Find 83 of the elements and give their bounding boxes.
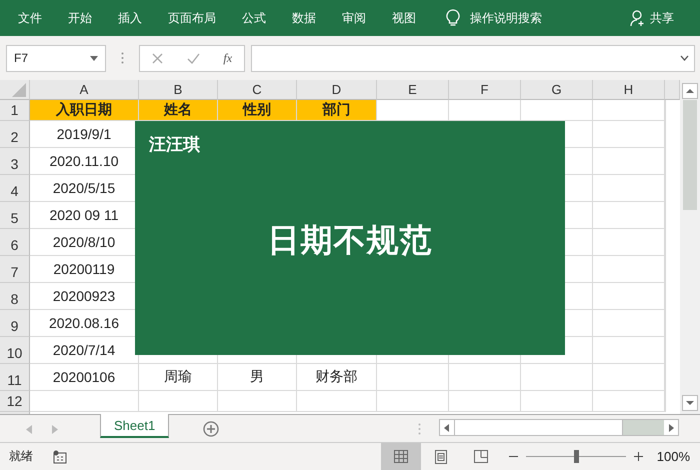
header-cell: 姓名 bbox=[139, 100, 218, 121]
page-break-icon bbox=[474, 450, 488, 463]
header-cell: 入职日期 bbox=[30, 100, 139, 121]
ribbon-tab[interactable]: 数据 bbox=[292, 10, 316, 26]
author-label: 汪汪琪 bbox=[149, 134, 200, 156]
add-sheet-icon[interactable] bbox=[203, 421, 220, 437]
table-cell bbox=[377, 364, 449, 391]
row-header[interactable]: 10 bbox=[0, 337, 30, 364]
row-header[interactable]: 7 bbox=[0, 256, 30, 283]
row-header[interactable]: 1 bbox=[0, 100, 30, 121]
zoom-slider-thumb[interactable] bbox=[574, 450, 579, 463]
ribbon-tab[interactable]: 审阅 bbox=[342, 10, 366, 26]
table-cell bbox=[593, 391, 665, 412]
status-text: 就绪 bbox=[9, 448, 33, 465]
table-cell bbox=[593, 175, 665, 202]
row-header[interactable]: 8 bbox=[0, 283, 30, 310]
dropdown-caret-icon bbox=[90, 56, 98, 60]
grid-icon bbox=[394, 450, 408, 463]
column-header[interactable]: G bbox=[521, 80, 593, 100]
table-cell bbox=[449, 391, 521, 412]
table-cell bbox=[593, 310, 665, 337]
row-header[interactable]: 3 bbox=[0, 148, 30, 175]
share-button[interactable]: 共享 bbox=[650, 10, 674, 26]
header-cell: 性别 bbox=[218, 100, 297, 121]
table-cell bbox=[593, 229, 665, 256]
table-cell bbox=[593, 256, 665, 283]
vertical-scrollbar[interactable] bbox=[680, 80, 700, 414]
row-header[interactable]: 4 bbox=[0, 175, 30, 202]
row-header[interactable]: 11 bbox=[0, 364, 30, 391]
check-icon[interactable] bbox=[186, 52, 200, 64]
cancel-icon[interactable] bbox=[152, 52, 163, 64]
table-cell: 财务部 bbox=[297, 364, 377, 391]
horizontal-scrollbar[interactable] bbox=[439, 419, 680, 436]
table-cell bbox=[449, 364, 521, 391]
search-hint[interactable]: 操作说明搜索 bbox=[470, 10, 542, 26]
table-cell bbox=[593, 364, 665, 391]
table-cell: 男 bbox=[218, 364, 297, 391]
page-icon bbox=[434, 450, 447, 464]
table-cell: 20200106 bbox=[30, 364, 139, 391]
table-cell bbox=[593, 121, 665, 148]
formula-input[interactable] bbox=[251, 44, 695, 72]
sheet-tab[interactable]: Sheet1 bbox=[100, 414, 170, 438]
triangle-icon bbox=[12, 83, 26, 97]
grip-icon bbox=[121, 52, 124, 64]
column-header[interactable]: E bbox=[377, 80, 449, 100]
table-cell bbox=[377, 391, 449, 412]
column-header[interactable]: F bbox=[449, 80, 521, 100]
table-cell bbox=[593, 202, 665, 229]
add-person-icon bbox=[630, 10, 646, 26]
table-cell bbox=[593, 283, 665, 310]
row-header[interactable]: 9 bbox=[0, 310, 30, 337]
column-header[interactable]: H bbox=[593, 80, 665, 100]
row-header[interactable]: 6 bbox=[0, 229, 30, 256]
scroll-thumb[interactable] bbox=[454, 420, 624, 435]
table-cell bbox=[521, 364, 593, 391]
table-cell bbox=[593, 148, 665, 175]
ribbon-tab[interactable]: 页面布局 bbox=[168, 10, 216, 26]
macro-record-icon[interactable] bbox=[53, 450, 67, 464]
caption-title: 日期不规范 bbox=[266, 221, 434, 260]
row-header[interactable]: 12 bbox=[0, 391, 30, 412]
header-cell: 部门 bbox=[297, 100, 377, 121]
row-header[interactable]: 2 bbox=[0, 121, 30, 148]
table-cell bbox=[593, 100, 665, 121]
table-cell bbox=[521, 391, 593, 412]
scroll-down-icon[interactable] bbox=[682, 395, 698, 411]
ribbon-tab[interactable]: 公式 bbox=[242, 10, 266, 26]
lightbulb-icon bbox=[446, 9, 460, 27]
grip-icon bbox=[418, 423, 422, 435]
ribbon-tab[interactable]: 文件 bbox=[18, 10, 42, 26]
ribbon-tab[interactable]: 插入 bbox=[118, 10, 142, 26]
zoom-level[interactable]: 100% bbox=[656, 449, 690, 464]
table-cell: 周瑜 bbox=[139, 364, 218, 391]
insert-function-button[interactable]: fx bbox=[223, 50, 232, 66]
ribbon-tab[interactable]: 开始 bbox=[68, 10, 92, 26]
zoom-in-icon[interactable] bbox=[634, 452, 643, 461]
scroll-up-icon[interactable] bbox=[682, 83, 698, 99]
normal-view-button[interactable] bbox=[380, 443, 421, 470]
table-cell bbox=[593, 337, 665, 364]
name-box[interactable]: F7 bbox=[6, 44, 106, 72]
ribbon-tab[interactable]: 视图 bbox=[392, 10, 416, 26]
scroll-thumb[interactable] bbox=[683, 100, 697, 210]
row-header[interactable]: 5 bbox=[0, 202, 30, 229]
expand-caret-icon bbox=[680, 55, 689, 61]
